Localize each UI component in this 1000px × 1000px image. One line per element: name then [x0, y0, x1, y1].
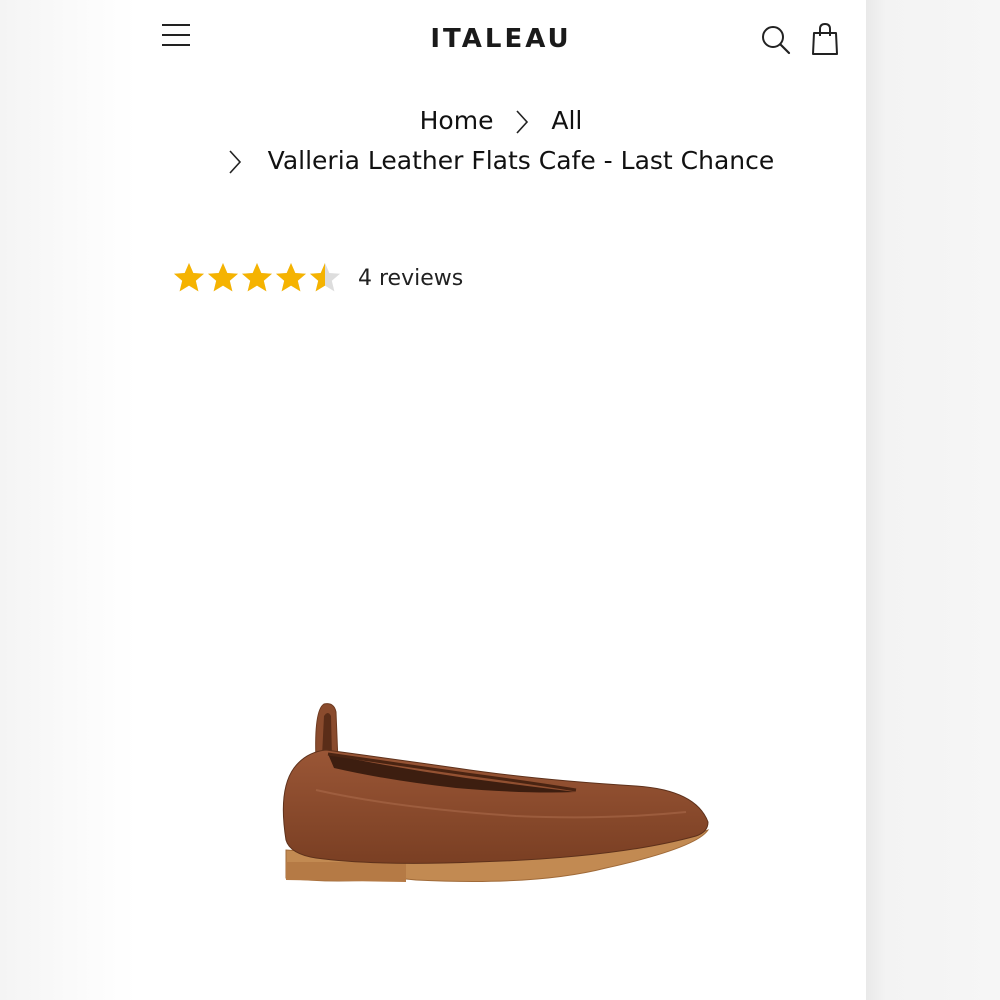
breadcrumb-current: Valleria Leather Flats Cafe - Last Chanc… [267, 146, 775, 175]
search-button[interactable] [760, 24, 792, 56]
breadcrumb-line: Valleria Leather Flats Cafe - Last Chanc… [136, 146, 866, 175]
star-icon [208, 263, 238, 292]
left-backdrop [0, 0, 136, 1000]
search-icon [762, 26, 791, 55]
product-image[interactable] [276, 690, 726, 900]
breadcrumb-line: Home All [136, 106, 866, 135]
ballet-flat-shoe-icon [282, 703, 710, 882]
chevron-right-icon [229, 150, 241, 174]
shopping-bag-icon [812, 22, 838, 55]
site-logo[interactable]: ITALEAU [136, 24, 866, 54]
star-rating [172, 261, 342, 295]
product-rating[interactable]: 4 reviews [172, 258, 463, 298]
star-icon [310, 263, 340, 292]
site-header: ITALEAU [136, 0, 866, 80]
reviews-count-link[interactable]: 4 reviews [358, 266, 463, 291]
star-icon [174, 263, 204, 292]
star-icon [276, 263, 306, 292]
star-icon [242, 263, 272, 292]
chevron-right-icon [516, 110, 529, 134]
product-page: ITALEAU Home All Valleria Leather Flats … [136, 0, 866, 1000]
right-backdrop [866, 0, 1000, 1000]
breadcrumb-home-link[interactable]: Home [420, 106, 494, 135]
cart-button[interactable] [810, 22, 840, 56]
breadcrumb-all-link[interactable]: All [551, 106, 582, 135]
